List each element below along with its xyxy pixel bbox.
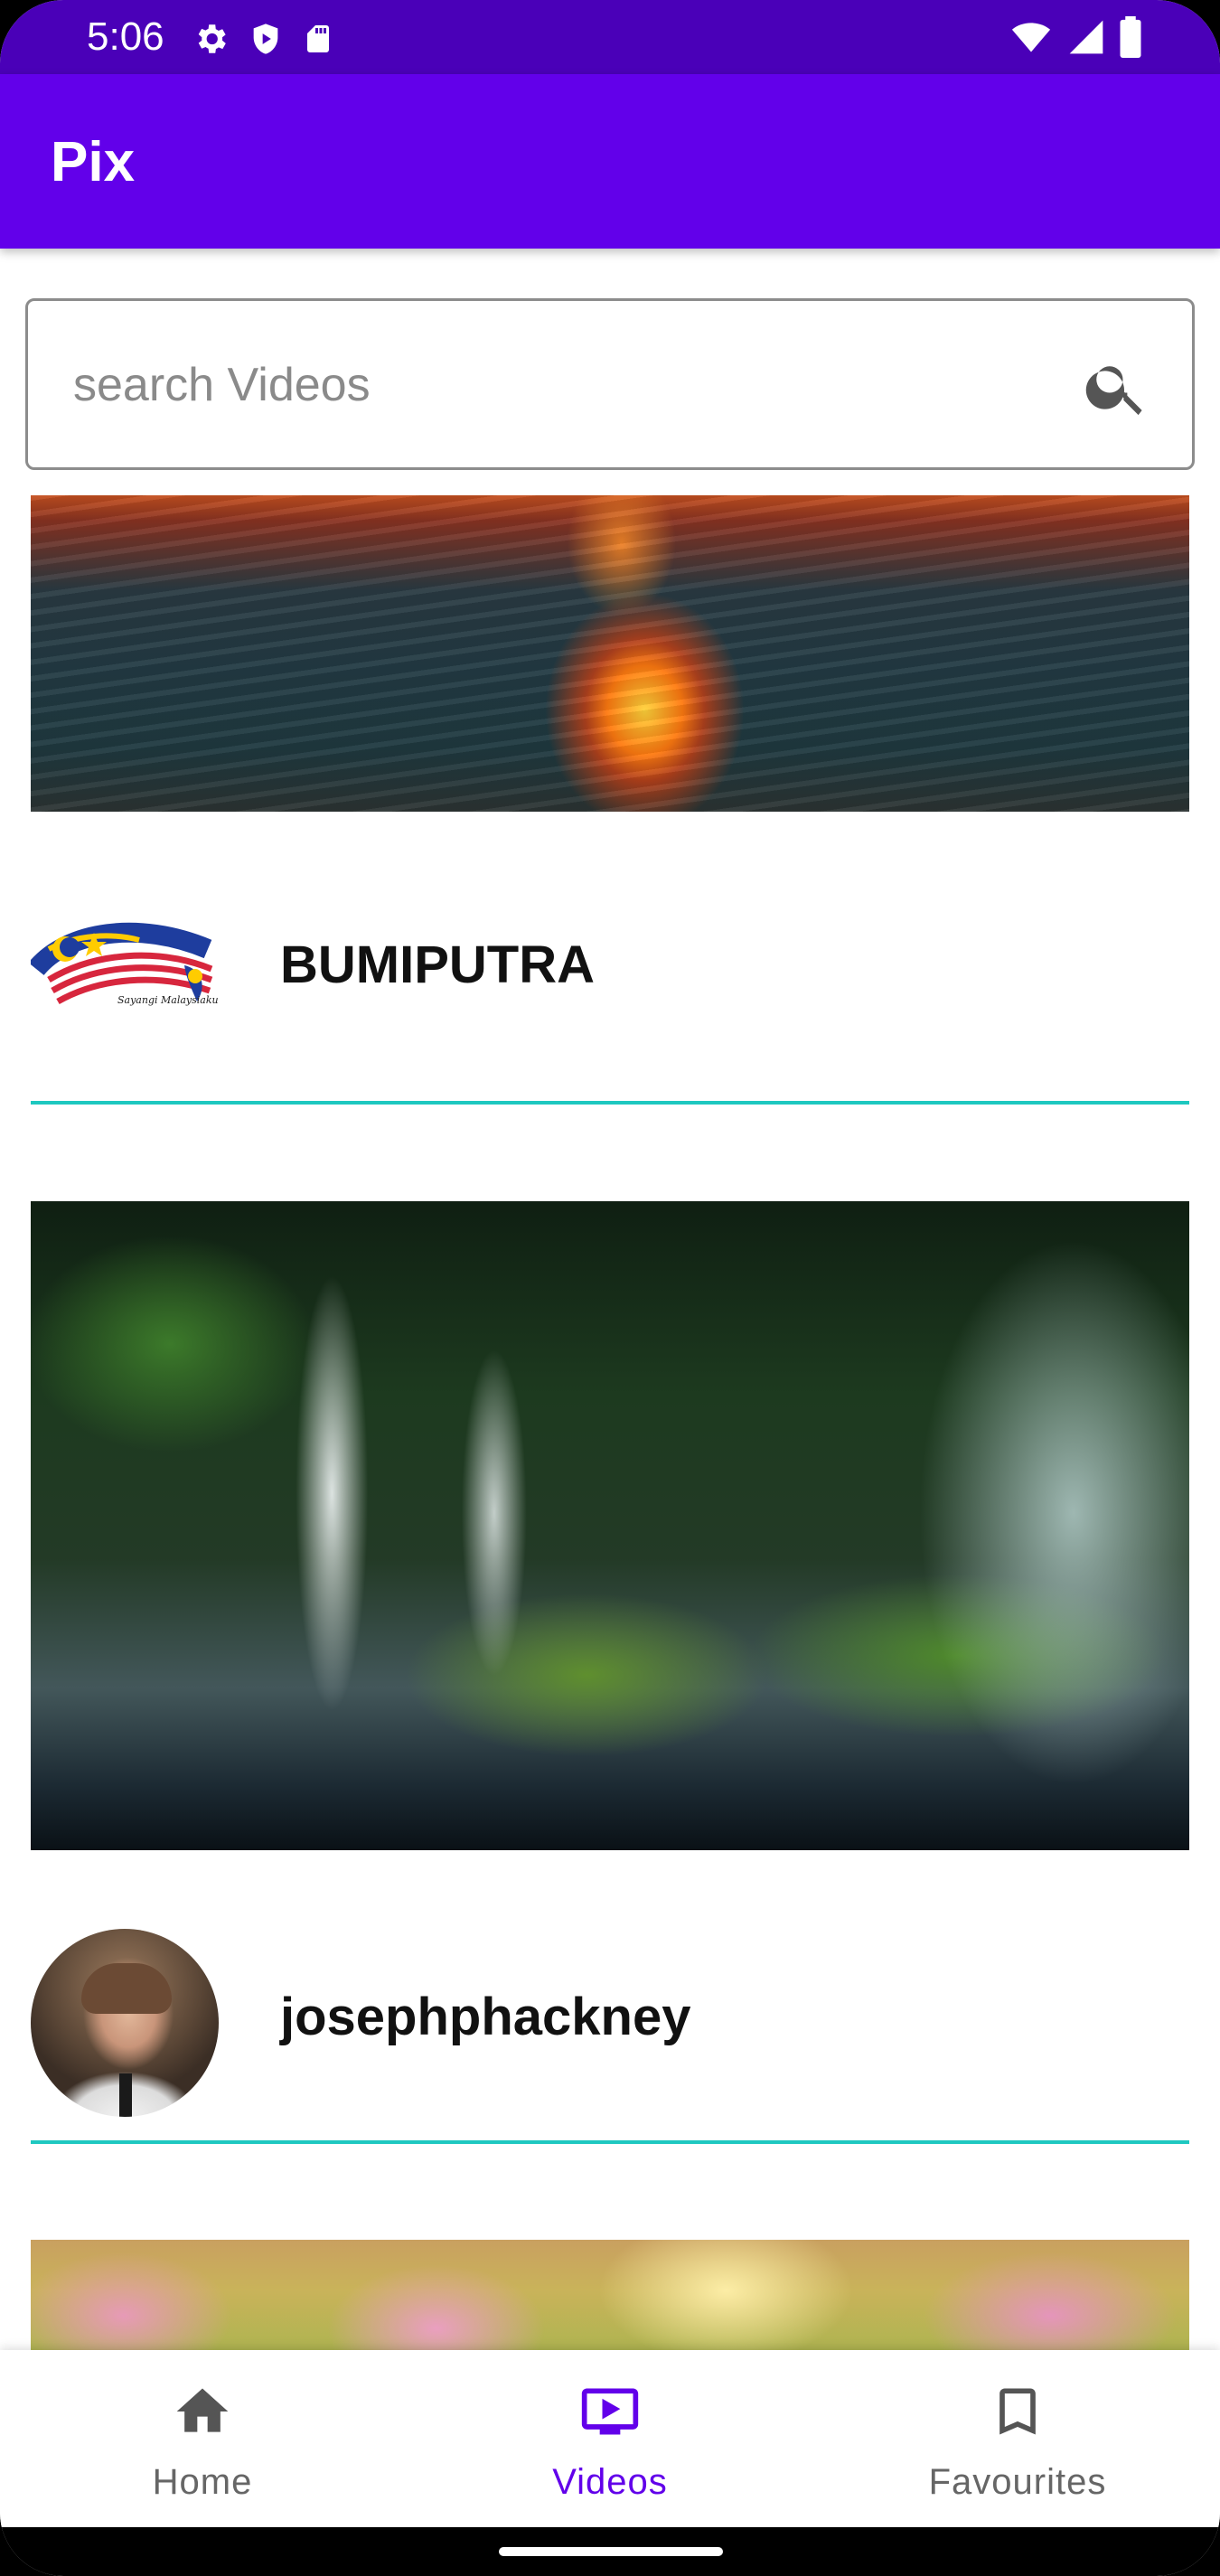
bottom-navigation: Home Videos Favourites bbox=[0, 2350, 1220, 2527]
home-icon bbox=[176, 2388, 229, 2432]
battery-icon bbox=[1120, 16, 1141, 58]
search-input[interactable] bbox=[73, 346, 1049, 424]
status-time: 5:06 bbox=[87, 14, 164, 59]
avatar bbox=[31, 1929, 219, 2117]
status-left-icons bbox=[192, 20, 334, 58]
bookmark-icon bbox=[999, 2388, 1036, 2435]
video-thumbnail[interactable] bbox=[31, 1201, 1189, 1850]
video-feed[interactable]: Sayangi Malaysiaku BUMIPUTRA josephphack… bbox=[0, 495, 1220, 2350]
sd-card-icon bbox=[307, 25, 329, 52]
nav-item-home[interactable]: Home bbox=[67, 2350, 338, 2527]
search-icon[interactable] bbox=[1082, 352, 1152, 422]
nav-item-videos[interactable]: Videos bbox=[474, 2350, 746, 2527]
video-thumbnail[interactable] bbox=[31, 2240, 1189, 2350]
author-name: BUMIPUTRA bbox=[280, 935, 595, 994]
home-gesture-handle[interactable] bbox=[499, 2547, 723, 2556]
video-author-row[interactable]: Sayangi Malaysiaku BUMIPUTRA bbox=[31, 877, 1189, 1058]
video-thumbnail[interactable] bbox=[31, 495, 1189, 812]
wifi-icon bbox=[1011, 23, 1051, 52]
search-box[interactable] bbox=[25, 298, 1195, 470]
divider bbox=[31, 2140, 1189, 2144]
phone-screen: 5:06 Pix search Videos Sayangi Malaysiak… bbox=[0, 0, 1220, 2576]
logo-text: Sayangi Malaysiaku bbox=[117, 994, 219, 1006]
nav-label: Favourites bbox=[928, 2462, 1107, 2502]
video-icon bbox=[581, 2388, 639, 2435]
video-author-row[interactable]: josephphackney bbox=[31, 1929, 1189, 2117]
gear-icon bbox=[198, 24, 226, 53]
sayangi-malaysiaku-logo: Sayangi Malaysiaku bbox=[31, 922, 219, 1006]
signal-icon bbox=[1069, 20, 1103, 54]
nav-item-favourites[interactable]: Favourites bbox=[882, 2350, 1153, 2527]
status-bar: 5:06 bbox=[0, 0, 1220, 74]
status-right-icons bbox=[1009, 16, 1142, 58]
avatar-tie bbox=[119, 2073, 132, 2117]
app-bar: Pix bbox=[0, 74, 1220, 249]
nav-label: Home bbox=[152, 2462, 253, 2502]
avatar-hair bbox=[81, 1963, 172, 2014]
shield-play-icon bbox=[253, 24, 278, 54]
nav-label: Videos bbox=[552, 2462, 668, 2502]
divider bbox=[31, 1101, 1189, 1105]
app-title: Pix bbox=[51, 131, 136, 193]
author-name: josephphackney bbox=[280, 1988, 691, 2046]
